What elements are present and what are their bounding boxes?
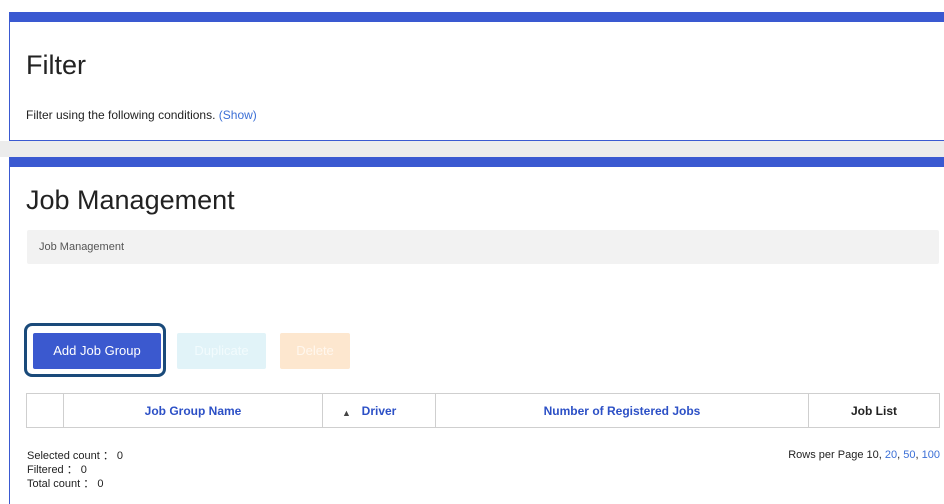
- selected-count: Selected count ： 0: [27, 450, 124, 462]
- table-header-row: Job Group Name ▲ Driver Number of Regist…: [26, 393, 940, 428]
- count-summary: Selected count ： 0 Filtered ： 0 Total co…: [27, 449, 123, 491]
- breadcrumb: Job Management: [27, 230, 939, 264]
- rows-per-page: Rows per Page 10, 20, 50, 100: [788, 449, 940, 461]
- total-count: Total count ： 0: [27, 478, 104, 490]
- job-panel-header-bar: [9, 157, 944, 167]
- top-strip: [0, 0, 944, 12]
- filter-description: Filter using the following conditions. (…: [26, 108, 257, 122]
- column-header-job-group-name[interactable]: Job Group Name ▲: [63, 393, 351, 428]
- filter-panel: Filter Filter using the following condit…: [9, 12, 944, 141]
- separator: ,: [897, 449, 901, 461]
- filtered-count: Filtered ： 0: [27, 464, 87, 476]
- add-job-group-button[interactable]: Add Job Group: [33, 333, 161, 369]
- panel-separator: [0, 141, 944, 157]
- rows-per-page-50-link[interactable]: 50: [903, 449, 915, 461]
- filter-description-text: Filter using the following conditions.: [26, 108, 216, 122]
- column-header-label: Job Group Name: [144, 403, 242, 418]
- job-management-panel: Job Management Job Management Add Job Gr…: [9, 157, 944, 504]
- page-title: Job Management: [26, 185, 235, 215]
- job-group-table: Job Group Name ▲ Driver Number of Regist…: [26, 393, 940, 428]
- breadcrumb-item[interactable]: Job Management: [39, 241, 124, 253]
- filter-show-link[interactable]: (Show): [219, 108, 257, 122]
- column-header-job-list: Job List: [808, 393, 940, 428]
- separator: ,: [878, 449, 882, 461]
- delete-button[interactable]: Delete: [280, 333, 350, 369]
- rows-per-page-current: 10: [866, 449, 879, 461]
- duplicate-button[interactable]: Duplicate: [177, 333, 266, 369]
- column-header-registered-jobs[interactable]: Number of Registered Jobs: [435, 393, 809, 428]
- rows-per-page-20-link[interactable]: 20: [885, 449, 897, 461]
- filter-title: Filter: [26, 50, 86, 80]
- filter-panel-header-bar: [9, 12, 944, 22]
- select-all-column-header[interactable]: [26, 393, 64, 428]
- rows-per-page-100-link[interactable]: 100: [922, 449, 940, 461]
- sort-ascending-icon[interactable]: ▲: [342, 408, 351, 418]
- rows-per-page-label: Rows per Page: [788, 449, 864, 461]
- separator: ,: [915, 449, 919, 461]
- column-header-driver[interactable]: Driver: [322, 393, 436, 428]
